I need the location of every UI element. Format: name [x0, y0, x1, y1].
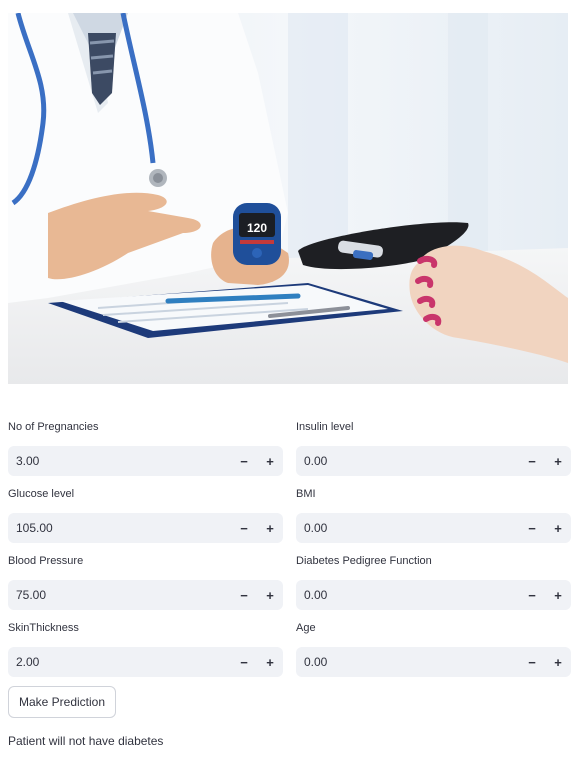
pregnancies-increment-button[interactable]: +	[257, 446, 283, 476]
pregnancies-label: No of Pregnancies	[8, 421, 99, 433]
skin-thickness-input-box[interactable]: 2.00 − +	[8, 647, 283, 677]
blood-pressure-input-box[interactable]: 75.00 − +	[8, 580, 283, 610]
skin-thickness-decrement-button[interactable]: −	[231, 647, 257, 677]
insulin-increment-button[interactable]: +	[545, 446, 571, 476]
glucose-field: Glucose level 105.00 − +	[8, 486, 283, 543]
skin-thickness-field: SkinThickness 2.00 − +	[8, 620, 283, 677]
skin-thickness-input[interactable]: 2.00	[8, 647, 231, 677]
glucose-input[interactable]: 105.00	[8, 513, 231, 543]
blood-pressure-decrement-button[interactable]: −	[231, 580, 257, 610]
age-input-box[interactable]: 0.00 − +	[296, 647, 571, 677]
age-decrement-button[interactable]: −	[519, 647, 545, 677]
glucose-label: Glucose level	[8, 488, 75, 500]
insulin-label: Insulin level	[296, 421, 354, 433]
skin-thickness-label: SkinThickness	[8, 622, 79, 634]
pedigree-field: Diabetes Pedigree Function 0.00 − +	[296, 553, 571, 610]
age-input[interactable]: 0.00	[296, 647, 519, 677]
glucose-decrement-button[interactable]: −	[231, 513, 257, 543]
insulin-input[interactable]: 0.00	[296, 446, 519, 476]
glucose-increment-button[interactable]: +	[257, 513, 283, 543]
skin-thickness-increment-button[interactable]: +	[257, 647, 283, 677]
pregnancies-input[interactable]: 3.00	[8, 446, 231, 476]
insulin-input-box[interactable]: 0.00 − +	[296, 446, 571, 476]
bmi-field: BMI 0.00 − +	[296, 486, 571, 543]
glucose-input-box[interactable]: 105.00 − +	[8, 513, 283, 543]
age-field: Age 0.00 − +	[296, 620, 571, 677]
blood-pressure-label: Blood Pressure	[8, 555, 84, 567]
insulin-decrement-button[interactable]: −	[519, 446, 545, 476]
bmi-decrement-button[interactable]: −	[519, 513, 545, 543]
pedigree-decrement-button[interactable]: −	[519, 580, 545, 610]
pedigree-input-box[interactable]: 0.00 − +	[296, 580, 571, 610]
blood-pressure-input[interactable]: 75.00	[8, 580, 231, 610]
blood-pressure-field: Blood Pressure 75.00 − +	[8, 553, 283, 610]
insulin-field: Insulin level 0.00 − +	[296, 419, 571, 476]
pedigree-label: Diabetes Pedigree Function	[296, 555, 432, 567]
pregnancies-decrement-button[interactable]: −	[231, 446, 257, 476]
age-increment-button[interactable]: +	[545, 647, 571, 677]
prediction-result-text: Patient will not have diabetes	[8, 734, 164, 748]
bmi-label: BMI	[296, 488, 316, 500]
pregnancies-input-box[interactable]: 3.00 − +	[8, 446, 283, 476]
hero-image: 120	[8, 13, 568, 384]
pedigree-increment-button[interactable]: +	[545, 580, 571, 610]
pregnancies-field: No of Pregnancies 3.00 − +	[8, 419, 283, 476]
bmi-input-box[interactable]: 0.00 − +	[296, 513, 571, 543]
bmi-input[interactable]: 0.00	[296, 513, 519, 543]
pedigree-input[interactable]: 0.00	[296, 580, 519, 610]
app-page: 120 No of Pregnancies 3.00 − + Insulin l…	[0, 0, 586, 757]
age-label: Age	[296, 622, 316, 634]
bmi-increment-button[interactable]: +	[545, 513, 571, 543]
glucometer-reading: 120	[247, 221, 267, 235]
make-prediction-button[interactable]: Make Prediction	[8, 686, 116, 718]
blood-pressure-increment-button[interactable]: +	[257, 580, 283, 610]
